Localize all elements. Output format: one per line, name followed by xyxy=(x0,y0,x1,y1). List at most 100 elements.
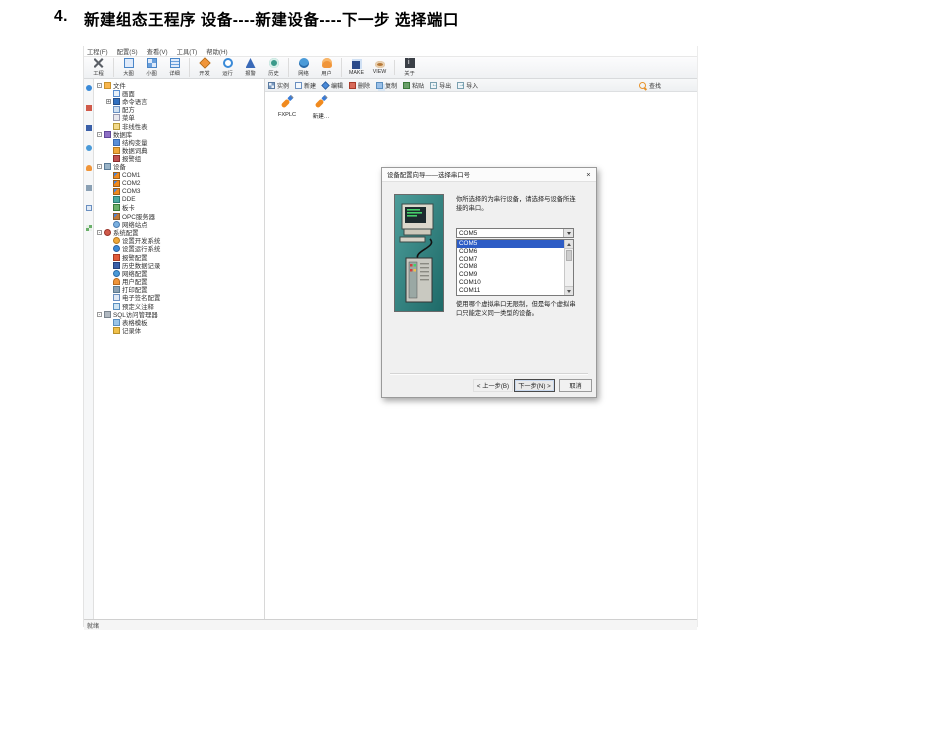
expand-toggle-icon[interactable]: + xyxy=(106,99,111,104)
tree-item[interactable]: 报警配置 xyxy=(94,253,264,261)
expand-toggle-icon[interactable] xyxy=(106,279,111,284)
toolbar-button[interactable]: VIEW xyxy=(368,60,395,75)
tree-item[interactable]: COM1 xyxy=(94,171,264,179)
expand-toggle-icon[interactable] xyxy=(106,156,111,161)
toolbar-button[interactable]: 删除 xyxy=(349,81,370,90)
tree-item[interactable]: - 文件 xyxy=(94,81,264,89)
expand-toggle-icon[interactable] xyxy=(106,222,111,227)
toolbar-button[interactable]: 报警 xyxy=(239,58,262,77)
tree-item[interactable]: - 设备 xyxy=(94,163,264,171)
tree-item[interactable]: - SQL访问管理器 xyxy=(94,310,264,318)
tree-item[interactable]: - 系统配置 xyxy=(94,228,264,236)
expand-toggle-icon[interactable]: - xyxy=(97,132,102,137)
tree-item[interactable]: - 数据库 xyxy=(94,130,264,138)
tree-item[interactable]: OPC服务器 xyxy=(94,212,264,220)
toolbar-button[interactable]: 网络 xyxy=(292,58,315,77)
tree-item[interactable]: 配方 xyxy=(94,106,264,114)
toolbar-button[interactable]: 详细 xyxy=(163,58,190,77)
expand-toggle-icon[interactable] xyxy=(106,197,111,202)
menu-item[interactable]: 工具(T) xyxy=(177,47,198,56)
toolbar-button[interactable]: 复制 xyxy=(376,81,397,90)
toolbar-button[interactable]: 工程 xyxy=(87,58,114,77)
port-option[interactable]: COM10 xyxy=(457,279,564,287)
tree-item[interactable]: 数据词典 xyxy=(94,147,264,155)
scrollbar[interactable] xyxy=(564,240,573,295)
expand-toggle-icon[interactable]: - xyxy=(97,312,102,317)
tree-item[interactable]: 打印配置 xyxy=(94,286,264,294)
expand-toggle-icon[interactable] xyxy=(106,124,111,129)
expand-toggle-icon[interactable] xyxy=(106,91,111,96)
close-icon[interactable]: × xyxy=(581,170,596,179)
expand-toggle-icon[interactable] xyxy=(106,173,111,178)
expand-toggle-icon[interactable] xyxy=(106,115,111,120)
expand-toggle-icon[interactable] xyxy=(106,246,111,251)
tree-item[interactable]: 板卡 xyxy=(94,204,264,212)
port-option[interactable]: COM8 xyxy=(457,263,564,271)
search-button[interactable]: 查找 xyxy=(639,81,661,90)
side-tab-icon[interactable] xyxy=(86,145,92,151)
side-tab-icon[interactable] xyxy=(86,225,92,231)
expand-toggle-icon[interactable] xyxy=(106,148,111,153)
tree-item[interactable]: DDE xyxy=(94,196,264,204)
expand-toggle-icon[interactable] xyxy=(106,107,111,112)
next-button[interactable]: 下一步(N) > xyxy=(514,379,555,392)
expand-toggle-icon[interactable]: - xyxy=(97,164,102,169)
toolbar-button[interactable]: 小图 xyxy=(140,58,163,77)
toolbar-button[interactable]: 实例 xyxy=(268,81,289,90)
expand-toggle-icon[interactable] xyxy=(106,205,111,210)
expand-toggle-icon[interactable] xyxy=(106,328,111,333)
expand-toggle-icon[interactable]: - xyxy=(97,83,102,88)
side-tab-icon[interactable] xyxy=(86,165,92,171)
tree-item[interactable]: 历史数据记录 xyxy=(94,261,264,269)
device-item[interactable]: FXPLC xyxy=(273,95,301,120)
menu-item[interactable]: 配置(S) xyxy=(117,47,138,56)
port-option[interactable]: COM7 xyxy=(457,256,564,264)
side-tab-icon[interactable] xyxy=(86,185,92,191)
tree-item[interactable]: 菜单 xyxy=(94,114,264,122)
expand-toggle-icon[interactable] xyxy=(106,304,111,309)
toolbar-button[interactable]: 大图 xyxy=(117,58,140,77)
port-option[interactable]: COM6 xyxy=(457,248,564,256)
expand-toggle-icon[interactable] xyxy=(106,255,111,260)
side-tab-icon[interactable] xyxy=(86,205,92,211)
toolbar-button[interactable]: 关于 xyxy=(398,58,421,77)
toolbar-button[interactable]: 历史 xyxy=(262,58,289,77)
expand-toggle-icon[interactable] xyxy=(106,238,111,243)
scroll-thumb[interactable] xyxy=(566,250,572,261)
tree-item[interactable]: 画面 xyxy=(94,89,264,97)
device-item[interactable]: 新建… xyxy=(307,95,335,120)
tree-item[interactable]: 用户配置 xyxy=(94,278,264,286)
tree-item[interactable]: 设置开发系统 xyxy=(94,237,264,245)
expand-toggle-icon[interactable] xyxy=(106,189,111,194)
scroll-up-button[interactable] xyxy=(565,240,573,249)
tree-item[interactable]: 设置运行系统 xyxy=(94,245,264,253)
toolbar-button[interactable]: 用户 xyxy=(315,58,342,77)
expand-toggle-icon[interactable] xyxy=(106,140,111,145)
toolbar-button[interactable]: 运行 xyxy=(216,58,239,77)
expand-toggle-icon[interactable] xyxy=(106,320,111,325)
expand-toggle-icon[interactable] xyxy=(106,287,111,292)
side-tab-icon[interactable] xyxy=(86,85,92,91)
combobox-dropdown-button[interactable] xyxy=(563,229,573,237)
toolbar-button[interactable]: 导入 xyxy=(457,81,478,90)
tree-item[interactable]: 网络配置 xyxy=(94,269,264,277)
port-option[interactable]: COM11 xyxy=(457,287,564,295)
port-option[interactable]: COM9 xyxy=(457,271,564,279)
side-tab-icon[interactable] xyxy=(86,105,92,111)
expand-toggle-icon[interactable] xyxy=(106,271,111,276)
side-tab-icon[interactable] xyxy=(86,125,92,131)
menu-item[interactable]: 帮助(H) xyxy=(206,47,227,56)
toolbar-button[interactable]: 粘贴 xyxy=(403,81,424,90)
menu-item[interactable]: 工程(F) xyxy=(87,47,108,56)
scroll-down-button[interactable] xyxy=(565,286,573,295)
tree-item[interactable]: COM3 xyxy=(94,187,264,195)
cancel-button[interactable]: 取消 xyxy=(559,379,592,392)
tree-item[interactable]: + 命令语言 xyxy=(94,97,264,105)
tree-item[interactable]: 电子签名配置 xyxy=(94,294,264,302)
toolbar-button[interactable]: 新建 xyxy=(295,81,316,90)
tree-item[interactable]: 表格模板 xyxy=(94,318,264,326)
menu-item[interactable]: 查看(V) xyxy=(147,47,168,56)
port-combobox[interactable]: COM5 xyxy=(456,228,574,238)
tree-item[interactable]: 记录体 xyxy=(94,327,264,335)
expand-toggle-icon[interactable] xyxy=(106,295,111,300)
